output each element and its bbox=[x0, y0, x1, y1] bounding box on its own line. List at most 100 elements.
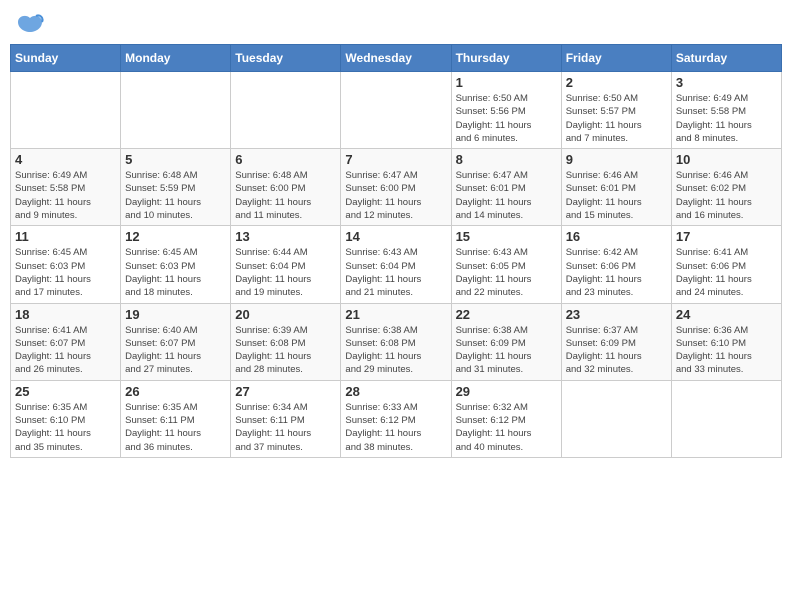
day-number: 18 bbox=[15, 307, 116, 322]
calendar-cell: 3 Sunrise: 6:49 AM Sunset: 5:58 PM Daylig… bbox=[671, 72, 781, 149]
calendar-cell: 14 Sunrise: 6:43 AM Sunset: 6:04 PM Dayli… bbox=[341, 226, 451, 303]
day-info: Sunrise: 6:47 AM Sunset: 6:00 PM Dayligh… bbox=[345, 169, 446, 222]
calendar-week-row: 1 Sunrise: 6:50 AM Sunset: 5:56 PM Daylig… bbox=[11, 72, 782, 149]
calendar-cell: 26 Sunrise: 6:35 AM Sunset: 6:11 PM Dayli… bbox=[121, 380, 231, 457]
day-info: Sunrise: 6:45 AM Sunset: 6:03 PM Dayligh… bbox=[15, 246, 116, 299]
calendar-cell: 17 Sunrise: 6:41 AM Sunset: 6:06 PM Dayli… bbox=[671, 226, 781, 303]
day-info: Sunrise: 6:40 AM Sunset: 6:07 PM Dayligh… bbox=[125, 324, 226, 377]
day-info: Sunrise: 6:42 AM Sunset: 6:06 PM Dayligh… bbox=[566, 246, 667, 299]
calendar-table: SundayMondayTuesdayWednesdayThursdayFrid… bbox=[10, 44, 782, 458]
day-of-week-header: Wednesday bbox=[341, 45, 451, 72]
calendar-cell bbox=[561, 380, 671, 457]
day-info: Sunrise: 6:36 AM Sunset: 6:10 PM Dayligh… bbox=[676, 324, 777, 377]
day-number: 22 bbox=[456, 307, 557, 322]
day-number: 10 bbox=[676, 152, 777, 167]
day-number: 28 bbox=[345, 384, 446, 399]
day-of-week-header: Sunday bbox=[11, 45, 121, 72]
day-number: 25 bbox=[15, 384, 116, 399]
day-number: 17 bbox=[676, 229, 777, 244]
day-info: Sunrise: 6:50 AM Sunset: 5:56 PM Dayligh… bbox=[456, 92, 557, 145]
day-info: Sunrise: 6:46 AM Sunset: 6:02 PM Dayligh… bbox=[676, 169, 777, 222]
day-info: Sunrise: 6:34 AM Sunset: 6:11 PM Dayligh… bbox=[235, 401, 336, 454]
calendar-cell bbox=[231, 72, 341, 149]
day-number: 3 bbox=[676, 75, 777, 90]
calendar-cell bbox=[671, 380, 781, 457]
day-number: 29 bbox=[456, 384, 557, 399]
calendar-week-row: 11 Sunrise: 6:45 AM Sunset: 6:03 PM Dayli… bbox=[11, 226, 782, 303]
day-number: 12 bbox=[125, 229, 226, 244]
day-of-week-header: Thursday bbox=[451, 45, 561, 72]
calendar-cell: 11 Sunrise: 6:45 AM Sunset: 6:03 PM Dayli… bbox=[11, 226, 121, 303]
logo-bird-icon bbox=[16, 14, 44, 36]
day-info: Sunrise: 6:41 AM Sunset: 6:06 PM Dayligh… bbox=[676, 246, 777, 299]
day-number: 4 bbox=[15, 152, 116, 167]
calendar-cell: 13 Sunrise: 6:44 AM Sunset: 6:04 PM Dayli… bbox=[231, 226, 341, 303]
calendar-cell: 22 Sunrise: 6:38 AM Sunset: 6:09 PM Dayli… bbox=[451, 303, 561, 380]
day-info: Sunrise: 6:32 AM Sunset: 6:12 PM Dayligh… bbox=[456, 401, 557, 454]
day-number: 19 bbox=[125, 307, 226, 322]
calendar-cell: 9 Sunrise: 6:46 AM Sunset: 6:01 PM Daylig… bbox=[561, 149, 671, 226]
day-number: 13 bbox=[235, 229, 336, 244]
day-number: 1 bbox=[456, 75, 557, 90]
day-info: Sunrise: 6:35 AM Sunset: 6:10 PM Dayligh… bbox=[15, 401, 116, 454]
day-info: Sunrise: 6:37 AM Sunset: 6:09 PM Dayligh… bbox=[566, 324, 667, 377]
day-number: 2 bbox=[566, 75, 667, 90]
day-info: Sunrise: 6:39 AM Sunset: 6:08 PM Dayligh… bbox=[235, 324, 336, 377]
day-info: Sunrise: 6:38 AM Sunset: 6:09 PM Dayligh… bbox=[456, 324, 557, 377]
page-header bbox=[10, 10, 782, 36]
day-info: Sunrise: 6:46 AM Sunset: 6:01 PM Dayligh… bbox=[566, 169, 667, 222]
day-number: 7 bbox=[345, 152, 446, 167]
day-number: 23 bbox=[566, 307, 667, 322]
calendar-cell: 28 Sunrise: 6:33 AM Sunset: 6:12 PM Dayli… bbox=[341, 380, 451, 457]
day-info: Sunrise: 6:50 AM Sunset: 5:57 PM Dayligh… bbox=[566, 92, 667, 145]
day-info: Sunrise: 6:49 AM Sunset: 5:58 PM Dayligh… bbox=[676, 92, 777, 145]
day-info: Sunrise: 6:43 AM Sunset: 6:04 PM Dayligh… bbox=[345, 246, 446, 299]
calendar-cell: 12 Sunrise: 6:45 AM Sunset: 6:03 PM Dayli… bbox=[121, 226, 231, 303]
calendar-cell bbox=[121, 72, 231, 149]
day-number: 20 bbox=[235, 307, 336, 322]
calendar-cell: 8Sunrise: 6:47 AM Sunset: 6:01 PM Daylig… bbox=[451, 149, 561, 226]
day-info: Sunrise: 6:35 AM Sunset: 6:11 PM Dayligh… bbox=[125, 401, 226, 454]
day-info: Sunrise: 6:44 AM Sunset: 6:04 PM Dayligh… bbox=[235, 246, 336, 299]
calendar-header-row: SundayMondayTuesdayWednesdayThursdayFrid… bbox=[11, 45, 782, 72]
day-info: Sunrise: 6:49 AM Sunset: 5:58 PM Dayligh… bbox=[15, 169, 116, 222]
day-info: Sunrise: 6:47 AM Sunset: 6:01 PM Dayligh… bbox=[456, 169, 557, 222]
calendar-cell: 16 Sunrise: 6:42 AM Sunset: 6:06 PM Dayli… bbox=[561, 226, 671, 303]
calendar-cell: 25 Sunrise: 6:35 AM Sunset: 6:10 PM Dayli… bbox=[11, 380, 121, 457]
calendar-cell: 1 Sunrise: 6:50 AM Sunset: 5:56 PM Daylig… bbox=[451, 72, 561, 149]
day-of-week-header: Tuesday bbox=[231, 45, 341, 72]
day-info: Sunrise: 6:33 AM Sunset: 6:12 PM Dayligh… bbox=[345, 401, 446, 454]
day-number: 6 bbox=[235, 152, 336, 167]
calendar-cell: 21 Sunrise: 6:38 AM Sunset: 6:08 PM Dayli… bbox=[341, 303, 451, 380]
calendar-cell: 2 Sunrise: 6:50 AM Sunset: 5:57 PM Daylig… bbox=[561, 72, 671, 149]
day-info: Sunrise: 6:45 AM Sunset: 6:03 PM Dayligh… bbox=[125, 246, 226, 299]
calendar-cell bbox=[11, 72, 121, 149]
day-info: Sunrise: 6:48 AM Sunset: 6:00 PM Dayligh… bbox=[235, 169, 336, 222]
calendar-cell: 4 Sunrise: 6:49 AM Sunset: 5:58 PM Daylig… bbox=[11, 149, 121, 226]
calendar-cell: 5Sunrise: 6:48 AM Sunset: 5:59 PM Daylig… bbox=[121, 149, 231, 226]
calendar-cell: 23 Sunrise: 6:37 AM Sunset: 6:09 PM Dayli… bbox=[561, 303, 671, 380]
day-of-week-header: Friday bbox=[561, 45, 671, 72]
day-number: 5 bbox=[125, 152, 226, 167]
calendar-cell: 10 Sunrise: 6:46 AM Sunset: 6:02 PM Dayli… bbox=[671, 149, 781, 226]
day-number: 21 bbox=[345, 307, 446, 322]
calendar-cell: 24Sunrise: 6:36 AM Sunset: 6:10 PM Dayli… bbox=[671, 303, 781, 380]
calendar-cell: 19 Sunrise: 6:40 AM Sunset: 6:07 PM Dayli… bbox=[121, 303, 231, 380]
calendar-cell: 27Sunrise: 6:34 AM Sunset: 6:11 PM Dayli… bbox=[231, 380, 341, 457]
calendar-week-row: 25 Sunrise: 6:35 AM Sunset: 6:10 PM Dayli… bbox=[11, 380, 782, 457]
day-number: 9 bbox=[566, 152, 667, 167]
day-number: 15 bbox=[456, 229, 557, 244]
calendar-week-row: 18Sunrise: 6:41 AM Sunset: 6:07 PM Dayli… bbox=[11, 303, 782, 380]
calendar-cell bbox=[341, 72, 451, 149]
calendar-week-row: 4 Sunrise: 6:49 AM Sunset: 5:58 PM Daylig… bbox=[11, 149, 782, 226]
day-number: 26 bbox=[125, 384, 226, 399]
day-of-week-header: Saturday bbox=[671, 45, 781, 72]
day-info: Sunrise: 6:43 AM Sunset: 6:05 PM Dayligh… bbox=[456, 246, 557, 299]
day-info: Sunrise: 6:38 AM Sunset: 6:08 PM Dayligh… bbox=[345, 324, 446, 377]
calendar-cell: 6 Sunrise: 6:48 AM Sunset: 6:00 PM Daylig… bbox=[231, 149, 341, 226]
day-number: 11 bbox=[15, 229, 116, 244]
logo bbox=[14, 14, 44, 36]
day-number: 14 bbox=[345, 229, 446, 244]
day-number: 16 bbox=[566, 229, 667, 244]
calendar-cell: 29 Sunrise: 6:32 AM Sunset: 6:12 PM Dayli… bbox=[451, 380, 561, 457]
